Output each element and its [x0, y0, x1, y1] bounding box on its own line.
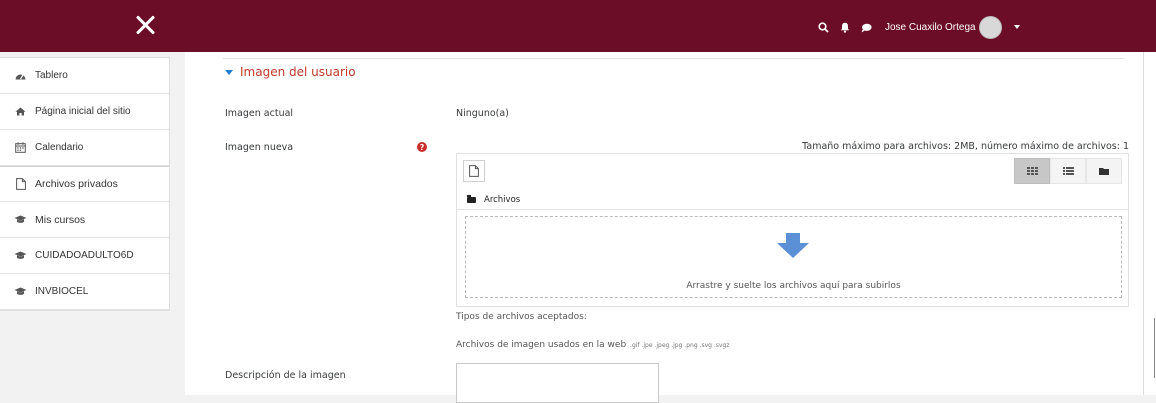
breadcrumb-label: Archivos — [484, 194, 521, 205]
arrow-down-icon — [776, 233, 810, 263]
sidebar-item-site-home[interactable]: Página inicial del sitio — [0, 94, 169, 130]
divider — [223, 58, 1123, 59]
list-icon — [1062, 167, 1074, 175]
file-manager-toolbar — [457, 154, 1128, 188]
chevron-down-icon — [225, 69, 233, 75]
main-content: Imagen del usuario Imagen actual Ninguno… — [185, 52, 1143, 403]
top-navbar: Jose Cuaxilo Ortega — [0, 0, 1156, 52]
current-image-value: Ninguno(a) — [456, 108, 509, 119]
sidebar-item-calendar[interactable]: Calendario — [0, 130, 169, 166]
sidebar-item-label: Calendario — [35, 142, 84, 153]
file-icon — [14, 178, 27, 190]
sidebar-item-course-cuidadoadulto6d[interactable]: CUIDADOADULTO6D — [0, 238, 169, 274]
home-icon — [14, 107, 27, 116]
dropzone-text: Arrastre y suelte los archivos aquí para… — [686, 281, 901, 291]
image-description-input[interactable] — [456, 363, 659, 403]
user-name[interactable]: Jose Cuaxilo Ortega — [885, 22, 976, 33]
dashboard-icon — [14, 71, 27, 80]
sidebar-item-label: Archivos privados — [35, 178, 118, 190]
view-tree-button[interactable] — [1086, 158, 1122, 184]
sidebar-item-dashboard[interactable]: Tablero — [0, 58, 169, 94]
page-scrollbar[interactable] — [1143, 52, 1156, 395]
breadcrumb[interactable]: Archivos — [457, 190, 1128, 210]
close-drawer-button[interactable] — [134, 14, 156, 36]
avatar[interactable] — [978, 15, 1002, 39]
file-manager: Archivos Arrastre y suelte los archivos … — [456, 153, 1129, 307]
view-icons-button[interactable] — [1014, 158, 1050, 184]
graduation-cap-icon — [14, 251, 27, 260]
chevron-down-icon[interactable] — [1013, 25, 1020, 29]
section-title: Imagen del usuario — [240, 65, 356, 79]
navbar-user-area: Jose Cuaxilo Ortega — [818, 15, 1020, 39]
sidebar-item-label: Tablero — [35, 70, 68, 81]
web-types-label: Archivos de imagen usados en la web — [456, 340, 627, 350]
sidebar-item-label: Mis cursos — [35, 213, 86, 226]
view-list-button[interactable] — [1050, 158, 1086, 184]
grid-icon — [1026, 167, 1038, 175]
sidebar-item-label: CUIDADOADULTO6D — [35, 250, 134, 261]
scrollbar-thumb[interactable] — [1154, 318, 1155, 378]
file-icon — [469, 165, 479, 177]
search-icon[interactable] — [818, 18, 829, 37]
section-toggle-user-image[interactable]: Imagen del usuario — [225, 65, 356, 79]
sidebar-menu: Tablero Página inicial del sitio Calenda… — [0, 57, 170, 311]
web-image-types: Archivos de imagen usados en la web .gif… — [456, 340, 729, 350]
sidebar-gutter — [170, 52, 185, 395]
web-types-extensions: .gif .jpe .jpeg .jpg .png .svg .svgz — [630, 342, 730, 349]
sidebar-item-my-courses[interactable]: Mis cursos — [0, 202, 169, 238]
folder-icon — [1099, 168, 1109, 175]
folder-icon — [467, 194, 476, 203]
sidebar-item-label: INVBIOCEL — [35, 286, 89, 297]
current-image-label: Imagen actual — [225, 108, 294, 119]
sidebar-item-label: Página inicial del sitio — [35, 106, 131, 117]
sidebar: Tablero Página inicial del sitio Calenda… — [0, 52, 170, 395]
add-file-button[interactable] — [463, 160, 485, 182]
file-dropzone[interactable]: Arrastre y suelte los archivos aquí para… — [465, 216, 1122, 298]
graduation-cap-icon — [14, 215, 27, 224]
sidebar-item-private-files[interactable]: Archivos privados — [0, 166, 169, 202]
graduation-cap-icon — [14, 287, 27, 296]
calendar-icon — [14, 142, 27, 153]
bell-icon[interactable] — [840, 18, 850, 37]
sidebar-item-course-invbiocel[interactable]: INVBIOCEL — [0, 274, 169, 310]
accepted-types-label: Tipos de archivos aceptados: — [456, 312, 587, 322]
max-file-info: Tamaño máximo para archivos: 2MB, número… — [802, 141, 1129, 152]
chat-icon[interactable] — [861, 18, 872, 37]
view-switcher — [1014, 158, 1122, 184]
image-description-label: Descripción de la imagen — [225, 370, 346, 381]
